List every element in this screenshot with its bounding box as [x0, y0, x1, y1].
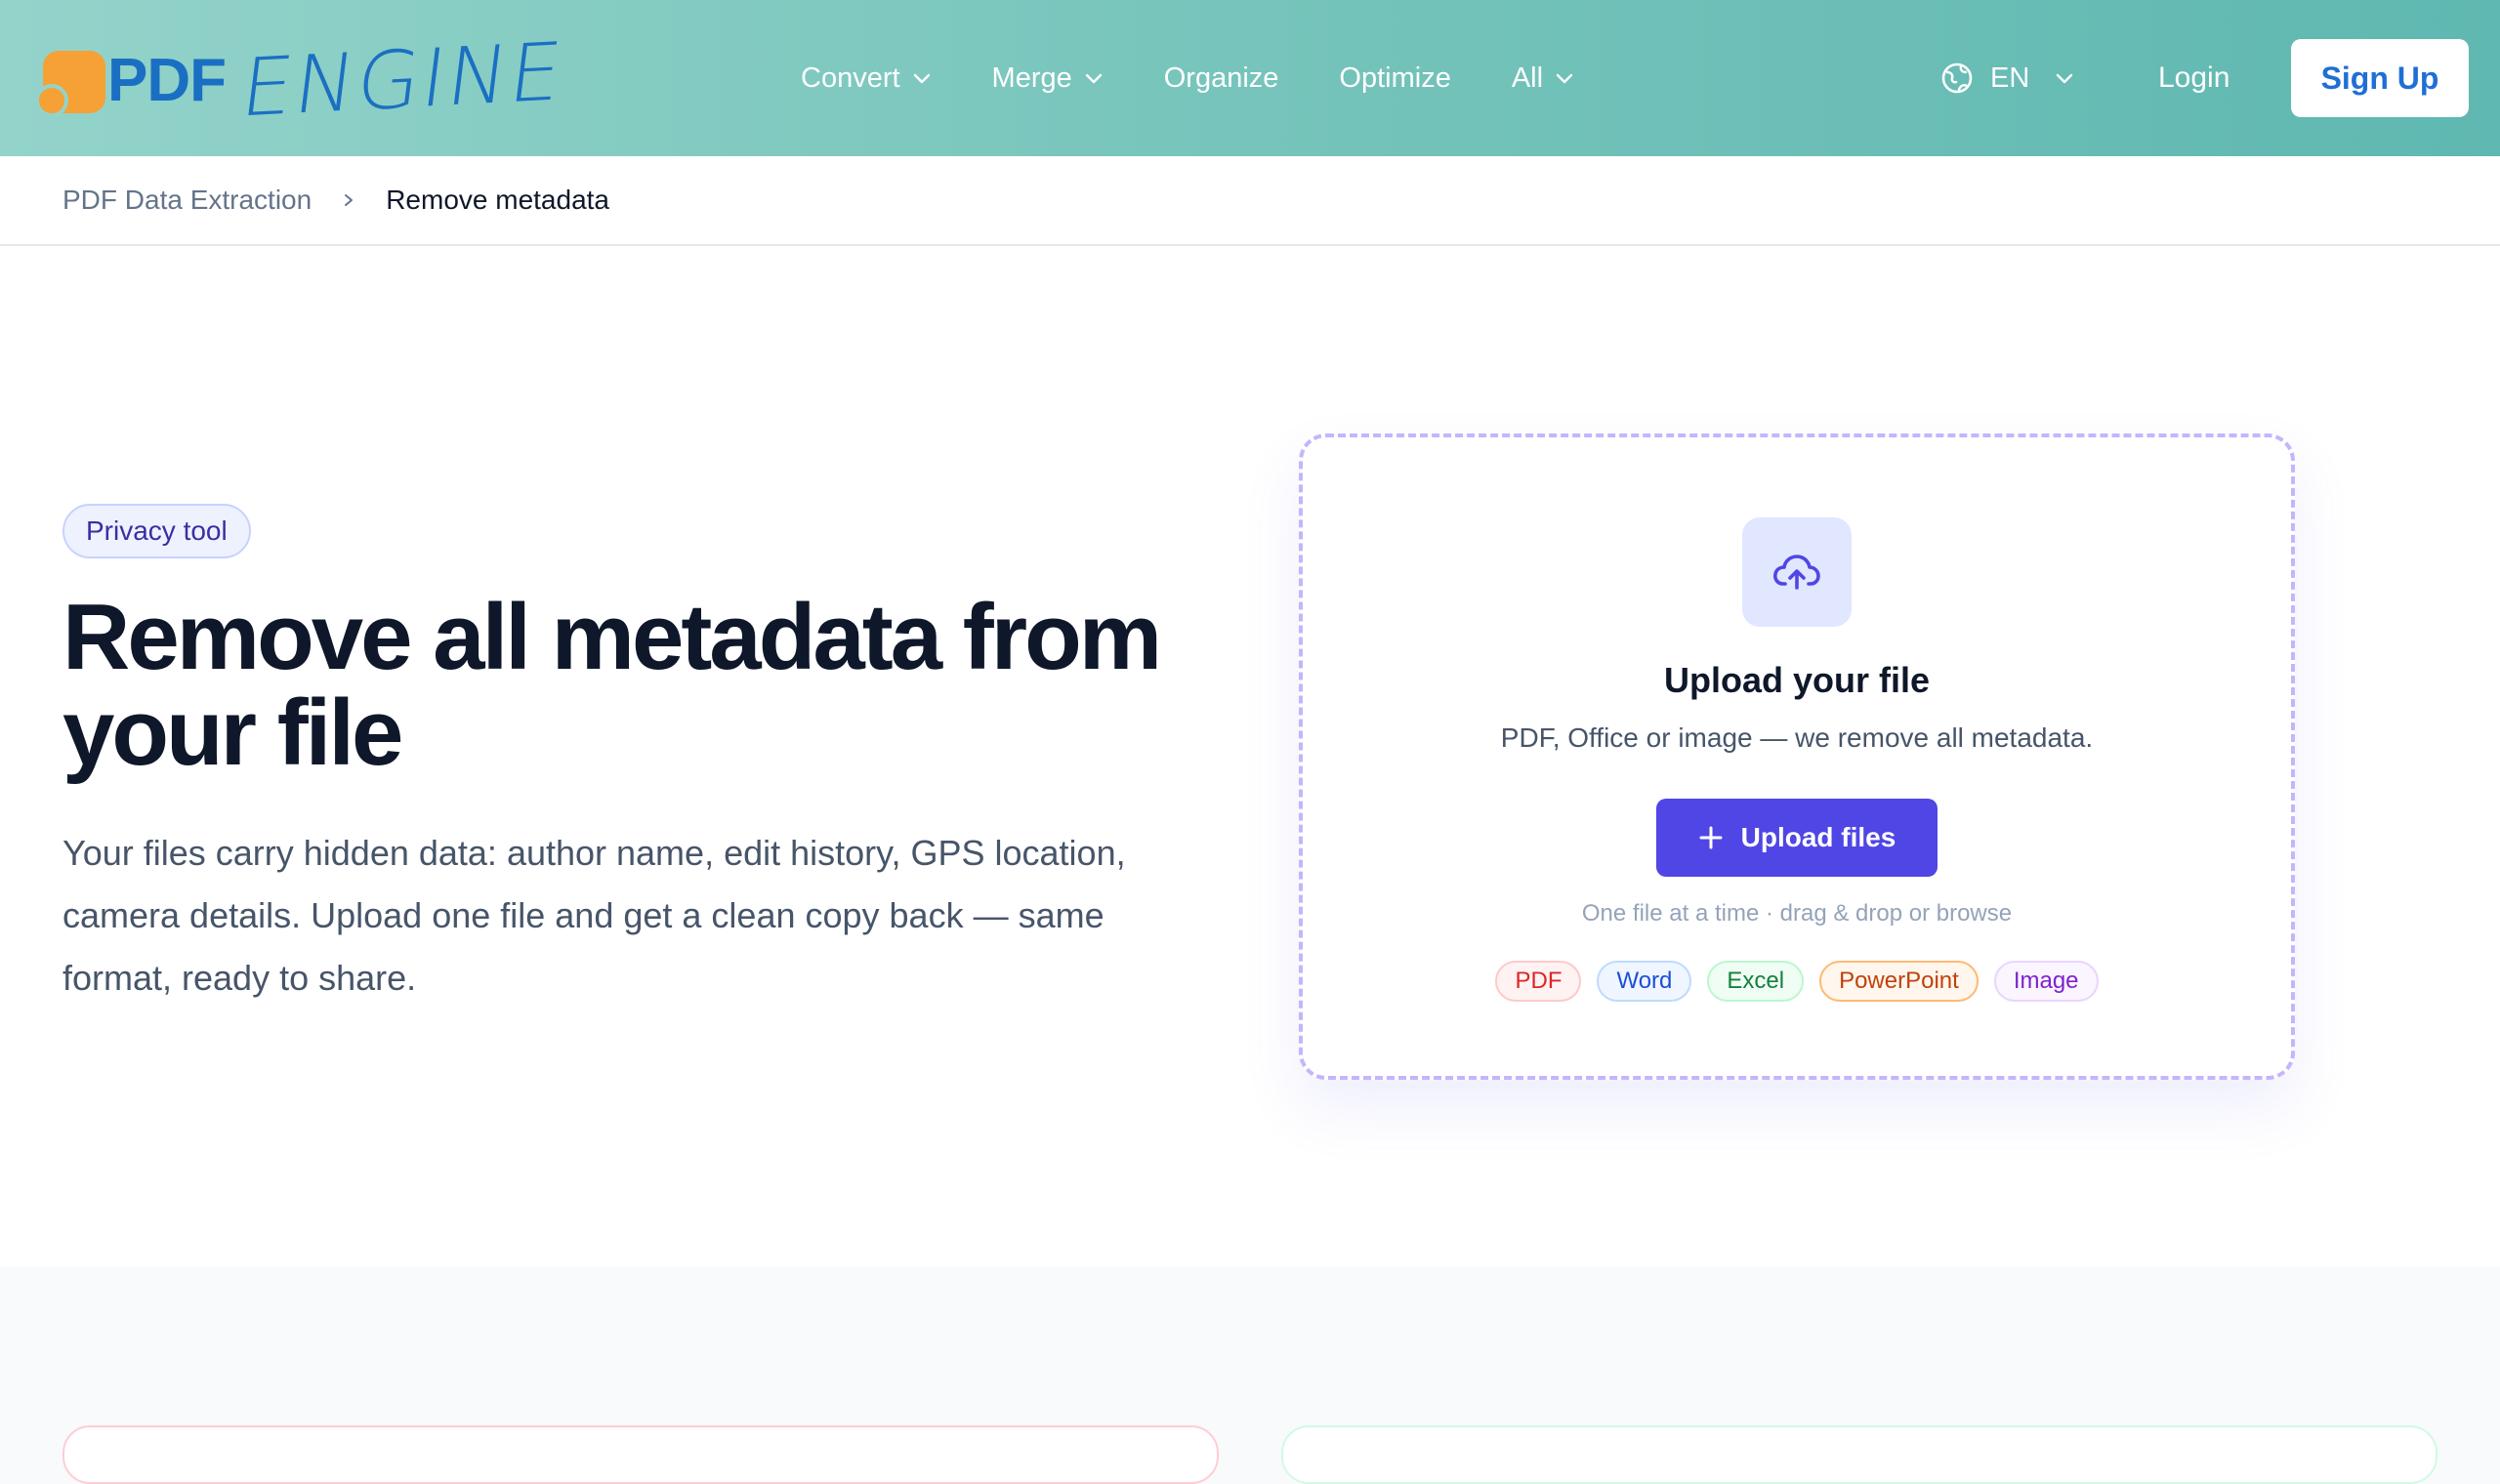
nav-all-label: All	[1511, 62, 1544, 94]
chevron-down-icon	[1556, 73, 1573, 84]
hero-description: Your files carry hidden data: author nam…	[62, 833, 1126, 998]
format-chip-excel: Excel	[1707, 961, 1805, 1002]
nav-merge[interactable]: Merge	[992, 62, 1104, 95]
page-title: Remove all metadata from your file	[62, 590, 1234, 781]
format-chip-word: Word	[1597, 961, 1692, 1002]
upload-subtitle: PDF, Office or image — we remove all met…	[1500, 722, 2094, 753]
logo-text-engine: ENGINE	[235, 25, 569, 135]
chevron-right-icon	[345, 194, 354, 206]
language-selector[interactable]: EN	[1939, 0, 2074, 156]
nav-organize[interactable]: Organize	[1164, 62, 1279, 95]
breadcrumb-bar: PDF Data Extraction Remove metadata	[0, 156, 2500, 246]
nav-organize-label: Organize	[1163, 62, 1279, 94]
format-chip-image: Image	[1993, 961, 2099, 1002]
language-label: EN	[1990, 62, 2030, 94]
breadcrumb-current: Remove metadata	[386, 185, 609, 215]
upload-files-label: Upload files	[1740, 822, 1896, 852]
signup-button[interactable]: Sign Up	[2291, 39, 2469, 117]
nav-optimize[interactable]: Optimize	[1339, 62, 1450, 95]
logo[interactable]: PDF ENGINE	[35, 25, 568, 135]
upload-hint: One file at a time · drag & drop or brow…	[1581, 900, 2013, 927]
format-chip-pdf: PDF	[1495, 961, 1582, 1002]
cloud-upload-icon	[1773, 555, 1820, 590]
nav-convert[interactable]: Convert	[801, 62, 932, 95]
plus-icon	[1699, 826, 1723, 849]
nav-all[interactable]: All	[1512, 62, 1574, 95]
chevron-down-icon	[1085, 73, 1102, 84]
chevron-down-icon	[2057, 73, 2073, 84]
breadcrumb: PDF Data Extraction Remove metadata	[62, 156, 609, 244]
upload-files-button[interactable]: Upload files	[1656, 799, 1938, 877]
login-link[interactable]: Login	[2158, 0, 2229, 156]
nav-optimize-label: Optimize	[1339, 62, 1451, 94]
top-header: PDF ENGINE Convert Merge Organize Optimi…	[0, 0, 2500, 156]
nav-convert-label: Convert	[801, 62, 900, 94]
info-card-right	[1281, 1425, 2438, 1484]
upload-icon-tile	[1742, 517, 1852, 627]
upload-title: Upload your file	[1663, 660, 1931, 700]
upload-dropzone[interactable]: Upload your file PDF, Office or image — …	[1299, 433, 2295, 1080]
logo-mark-icon	[35, 45, 105, 117]
logo-text-pdf: PDF	[107, 46, 227, 114]
format-chip-powerpoint: PowerPoint	[1819, 961, 1979, 1002]
main-nav: Convert Merge Organize Optimize All	[801, 0, 1574, 156]
chevron-down-icon	[913, 73, 930, 84]
page-title-line1: Remove all metadata from	[62, 585, 1162, 689]
page-title-line2: your file	[62, 680, 403, 785]
supported-formats: PDF Word Excel PowerPoint Image	[1303, 961, 2291, 1002]
breadcrumb-parent-link[interactable]: PDF Data Extraction	[62, 185, 312, 216]
info-card-left	[62, 1425, 1219, 1484]
nav-merge-label: Merge	[991, 62, 1072, 94]
globe-icon	[1941, 62, 1973, 94]
privacy-badge: Privacy tool	[62, 504, 251, 558]
